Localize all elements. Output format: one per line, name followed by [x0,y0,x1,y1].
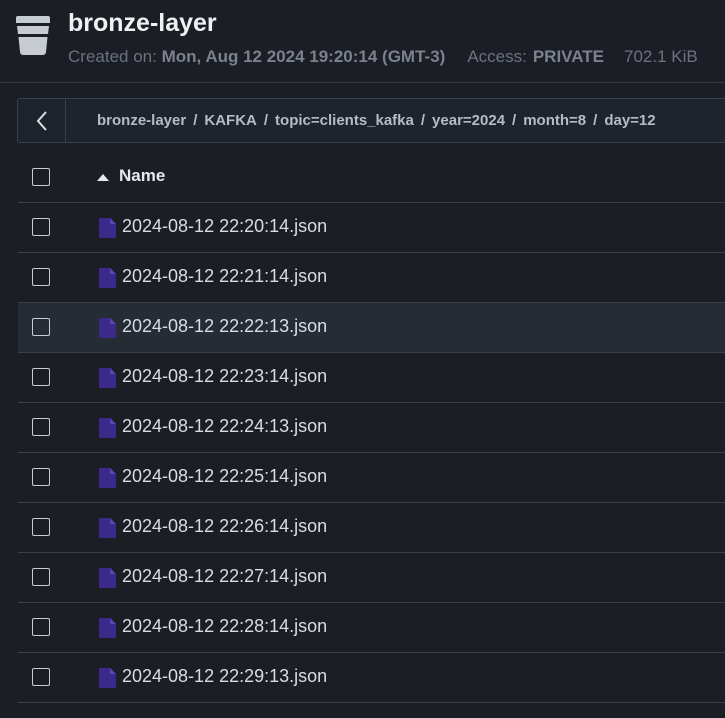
table-row[interactable]: 2024-08-12 22:23:14.json [18,353,725,403]
column-header-name[interactable]: Name [119,166,165,186]
table-row[interactable]: 2024-08-12 22:28:14.json [18,603,725,653]
file-name[interactable]: 2024-08-12 22:28:14.json [122,616,327,637]
file-name[interactable]: 2024-08-12 22:24:13.json [122,416,327,437]
table-row[interactable]: 2024-08-12 22:25:14.json [18,453,725,503]
table-header: Name [18,152,725,203]
table-row[interactable]: 2024-08-12 22:29:13.json [18,653,725,703]
breadcrumb-separator: / [512,112,517,129]
file-icon [99,368,116,388]
breadcrumb-item-year[interactable]: year=2024 [432,112,505,129]
file-icon [99,218,116,238]
row-checkbox[interactable] [32,518,50,536]
file-icon [99,668,116,688]
table-row[interactable]: 2024-08-12 22:20:14.json [18,203,725,253]
bucket-title: bronze-layer [68,9,217,37]
breadcrumb-separator: / [593,112,598,129]
bucket-size: 702.1 KiB [624,47,698,66]
table-row[interactable]: 2024-08-12 22:22:13.json [18,303,725,353]
table-row[interactable]: 2024-08-12 22:24:13.json [18,403,725,453]
row-checkbox[interactable] [32,318,50,336]
file-icon [99,318,116,338]
file-icon [99,268,116,288]
breadcrumb-path: bronze-layer / KAFKA / topic=clients_kafka / y… [97,112,656,129]
file-name[interactable]: 2024-08-12 22:26:14.json [122,516,327,537]
breadcrumb-item-topic[interactable]: topic=clients_kafka [275,112,414,129]
file-icon [99,568,116,588]
file-icon [99,618,116,638]
breadcrumb-item-bucket[interactable]: bronze-layer [97,112,186,129]
row-checkbox[interactable] [32,468,50,486]
file-name[interactable]: 2024-08-12 22:29:13.json [122,666,327,687]
file-icon [99,468,116,488]
access-value: PRIVATE [532,47,604,66]
breadcrumb: bronze-layer / KAFKA / topic=clients_kafka / y… [17,98,725,143]
row-checkbox[interactable] [32,618,50,636]
file-icon [99,518,116,538]
row-checkbox[interactable] [32,568,50,586]
access-label: Access: [467,47,527,66]
file-name[interactable]: 2024-08-12 22:20:14.json [122,216,327,237]
file-icon [99,418,116,438]
bucket-header: bronze-layer Created on: Mon, Aug 12 202… [0,0,725,83]
file-name[interactable]: 2024-08-12 22:23:14.json [122,366,327,387]
row-checkbox[interactable] [32,668,50,686]
breadcrumb-separator: / [263,112,269,129]
select-all-checkbox[interactable] [32,168,50,186]
breadcrumb-separator: / [420,112,426,129]
table-row[interactable]: 2024-08-12 22:27:14.json [18,553,725,603]
row-checkbox[interactable] [32,418,50,436]
row-checkbox[interactable] [32,268,50,286]
breadcrumb-item-kafka[interactable]: KAFKA [204,112,257,129]
file-name[interactable]: 2024-08-12 22:22:13.json [122,316,327,337]
bucket-meta: Created on: Mon, Aug 12 2024 19:20:14 (G… [68,47,698,67]
file-name[interactable]: 2024-08-12 22:27:14.json [122,566,327,587]
row-checkbox[interactable] [32,368,50,386]
row-checkbox[interactable] [32,218,50,236]
bucket-icon [16,16,50,55]
back-button[interactable] [18,99,66,142]
file-name[interactable]: 2024-08-12 22:25:14.json [122,466,327,487]
file-name[interactable]: 2024-08-12 22:21:14.json [122,266,327,287]
breadcrumb-item-month[interactable]: month=8 [523,112,586,129]
breadcrumb-separator: / [193,112,198,129]
breadcrumb-item-day[interactable]: day=12 [604,112,655,129]
file-table: Name 2024-08-12 22:20:14.json 2024-08-12… [18,152,725,703]
created-label: Created on: [68,47,157,66]
chevron-left-icon [36,110,47,131]
created-value: Mon, Aug 12 2024 19:20:14 (GMT-3) [161,47,446,66]
table-row[interactable]: 2024-08-12 22:26:14.json [18,503,725,553]
table-row[interactable]: 2024-08-12 22:21:14.json [18,253,725,303]
sort-ascending-icon[interactable] [97,174,109,181]
